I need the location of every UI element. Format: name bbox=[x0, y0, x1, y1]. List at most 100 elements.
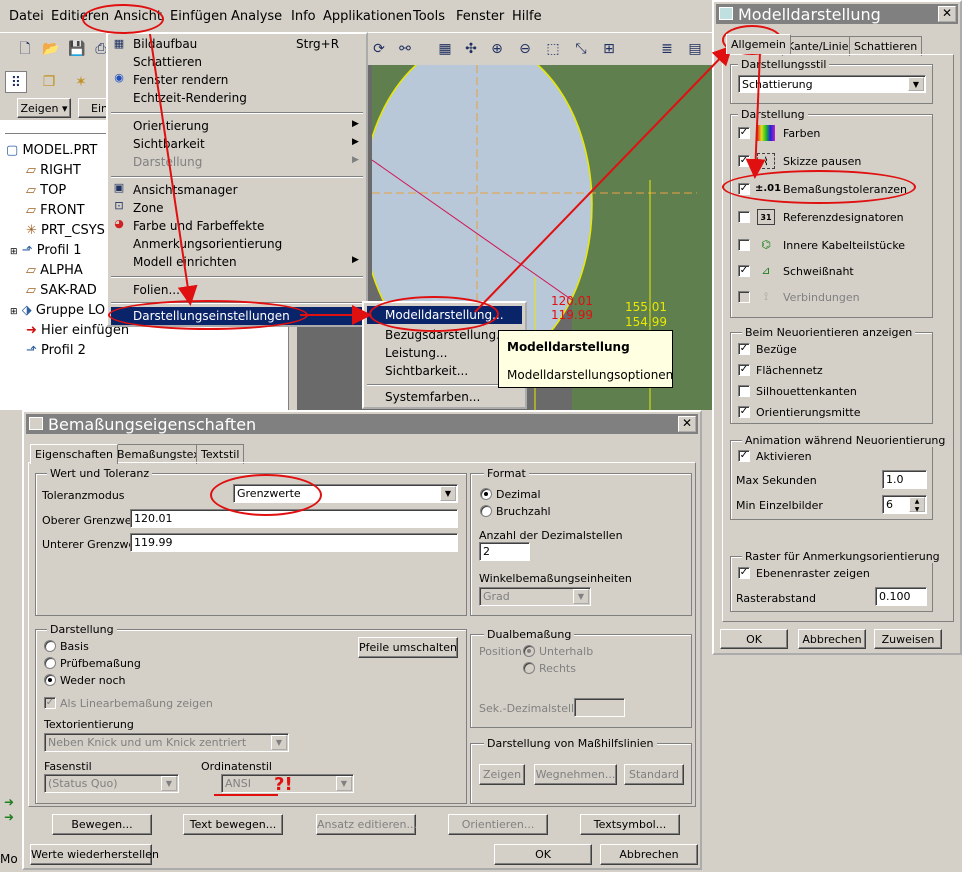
ok-button[interactable]: OK bbox=[494, 844, 592, 865]
tree-item-gruppe[interactable]: ⊞ ⬗ Gruppe LO bbox=[10, 303, 105, 318]
chevron-down-icon[interactable]: ▼ bbox=[908, 77, 924, 91]
menu-hilfe[interactable]: Hilfe bbox=[512, 9, 542, 24]
tab-eigenschaften[interactable]: Eigenschaften bbox=[30, 444, 118, 464]
layers-icon[interactable]: ≣ bbox=[656, 38, 678, 60]
refresh-icon[interactable]: ⟳ bbox=[368, 38, 390, 60]
binoculars-icon[interactable]: ⚯ bbox=[394, 38, 416, 60]
repaint-icon[interactable]: ▦ bbox=[434, 38, 456, 60]
tree-item-right[interactable]: ▱ RIGHT bbox=[26, 163, 81, 178]
tree-item-top[interactable]: ▱ TOP bbox=[26, 183, 66, 198]
rasterabstand-input[interactable]: 0.100 bbox=[875, 587, 927, 606]
submenu-item-systemfarben[interactable]: Systemfarben... bbox=[385, 390, 480, 404]
abbrechen-button[interactable]: Abbrechen bbox=[798, 629, 866, 649]
dezimalstellen-input[interactable]: 2 bbox=[479, 542, 530, 561]
kabelteilstuecke-checkbox[interactable] bbox=[738, 239, 750, 251]
menu-item-sichtbarkeit[interactable]: Sichtbarkeit bbox=[133, 137, 205, 151]
tree-item-profil1[interactable]: ⊞ ⬏ Profil 1 bbox=[10, 243, 82, 258]
werte-wiederherstellen-button[interactable]: Werte wiederherstellen bbox=[30, 844, 159, 865]
skizze-checkbox[interactable]: ✓ bbox=[738, 155, 750, 167]
text-bewegen-button[interactable]: Text bewegen... bbox=[183, 814, 283, 835]
menu-analyse[interactable]: Analyse bbox=[231, 9, 282, 24]
display-settings-icon[interactable]: ▤ bbox=[684, 38, 706, 60]
menu-item-folien[interactable]: Folien... bbox=[133, 283, 180, 297]
zoom-in-icon[interactable]: ⊕ bbox=[486, 38, 508, 60]
zuweisen-button[interactable]: Zuweisen bbox=[874, 629, 942, 649]
tab-schattieren[interactable]: Schattieren bbox=[849, 36, 923, 56]
bruchzahl-radio[interactable] bbox=[480, 505, 492, 517]
flaechennetz-checkbox[interactable]: ✓ bbox=[738, 364, 750, 376]
pruefbemassung-radio[interactable] bbox=[44, 657, 56, 669]
unterer-grenzwert-input[interactable]: 119.99 bbox=[130, 533, 458, 552]
textsymbol-button[interactable]: Textsymbol... bbox=[580, 814, 680, 835]
menu-item-zone[interactable]: Zone bbox=[133, 201, 164, 215]
dim-upper-red[interactable]: 120.01 bbox=[551, 294, 593, 308]
menu-item-farbe[interactable]: Farbe und Farbeffekte bbox=[133, 219, 264, 233]
tab-textstil[interactable]: Textstil bbox=[196, 444, 245, 464]
aktivieren-checkbox[interactable]: ✓ bbox=[738, 450, 750, 462]
orientierungsmitte-checkbox[interactable]: ✓ bbox=[738, 406, 750, 418]
dialog-titlebar[interactable]: Modelldarstellung ✕ bbox=[716, 4, 958, 24]
ok-button[interactable]: OK bbox=[720, 629, 788, 649]
ebenenraster-checkbox[interactable]: ✓ bbox=[738, 567, 750, 579]
dim-upper-yellow[interactable]: 155.01 bbox=[625, 300, 667, 314]
submenu-item-leistung[interactable]: Leistung... bbox=[385, 346, 447, 360]
tab-kante-linie[interactable]: Kante/Linie bbox=[782, 36, 854, 56]
tree-item-alpha[interactable]: ▱ ALPHA bbox=[26, 263, 83, 278]
pfeile-umschalten-button[interactable]: Pfeile umschalten bbox=[358, 637, 458, 658]
favorites-tab-icon[interactable]: ✶ bbox=[70, 71, 92, 93]
save-icon[interactable]: 💾 bbox=[66, 38, 88, 60]
bezuege-checkbox[interactable]: ✓ bbox=[738, 343, 750, 355]
open-folder-icon[interactable]: 📂 bbox=[40, 38, 62, 60]
folder-browser-tab-icon[interactable]: ❐ bbox=[38, 71, 60, 93]
menu-info[interactable]: Info bbox=[291, 9, 316, 24]
tree-item-model[interactable]: ▢ MODEL.PRT bbox=[6, 143, 97, 158]
weder-noch-radio[interactable] bbox=[44, 674, 56, 686]
menu-datei[interactable]: Datei bbox=[9, 9, 44, 24]
expand-icon[interactable]: ⊞ bbox=[10, 307, 18, 317]
refit-icon[interactable]: ⬚ bbox=[542, 38, 564, 60]
tree-item-sakrad[interactable]: ▱ SAK-RAD bbox=[26, 283, 97, 298]
farben-checkbox[interactable]: ✓ bbox=[738, 127, 750, 139]
menu-item-anmerkungsorientierung[interactable]: Anmerkungsorientierung bbox=[133, 237, 282, 251]
menu-applikationen[interactable]: Applikationen bbox=[323, 9, 412, 24]
expand-icon[interactable]: ⊞ bbox=[10, 247, 18, 257]
dim-lower-yellow[interactable]: 154.99 bbox=[625, 315, 667, 329]
reorient-icon[interactable]: ⤡ bbox=[570, 38, 592, 60]
chevron-down-icon[interactable]: ▼ bbox=[440, 486, 456, 501]
new-file-icon[interactable]: 🗋 bbox=[14, 38, 36, 60]
tab-bemassungstext[interactable]: Bemaßungstext bbox=[112, 444, 210, 464]
menu-tools[interactable]: Tools bbox=[413, 9, 445, 24]
dialog-titlebar[interactable]: Bemaßungseigenschaften ✕ bbox=[26, 414, 698, 434]
menu-fenster[interactable]: Fenster bbox=[456, 9, 504, 24]
menu-einfuegen[interactable]: Einfügen bbox=[170, 9, 227, 24]
menu-item-fenster-rendern[interactable]: Fenster rendern bbox=[133, 73, 228, 87]
submenu-item-sichtbarkeit[interactable]: Sichtbarkeit... bbox=[385, 364, 468, 378]
abbrechen-button[interactable]: Abbrechen bbox=[600, 844, 698, 865]
tree-item-csys[interactable]: ✳ PRT_CSYS bbox=[26, 223, 105, 238]
menu-item-modell-einrichten[interactable]: Modell einrichten bbox=[133, 255, 237, 269]
zeigen-dropdown[interactable]: Zeigen ▾ bbox=[17, 98, 71, 118]
spinner-arrows-icon[interactable]: ▲ ▼ bbox=[909, 497, 925, 513]
max-sekunden-input[interactable]: 1.0 bbox=[882, 470, 927, 489]
dim-lower-red[interactable]: 119.99 bbox=[551, 308, 593, 322]
menu-item-orientierung[interactable]: Orientierung bbox=[133, 119, 209, 133]
model-tree-tab-icon[interactable]: ⠿ bbox=[5, 71, 27, 93]
menu-item-ansichtsmanager[interactable]: Ansichtsmanager bbox=[133, 183, 238, 197]
menu-item-schattieren[interactable]: Schattieren bbox=[133, 55, 202, 69]
min-einzelbilder-spinner[interactable]: 6 ▲ ▼ bbox=[882, 495, 927, 514]
darstellungsstil-select[interactable]: Schattierung ▼ bbox=[738, 75, 926, 93]
basis-radio[interactable] bbox=[44, 640, 56, 652]
zoom-out-icon[interactable]: ⊖ bbox=[514, 38, 536, 60]
saved-views-icon[interactable]: ⊞ bbox=[598, 38, 620, 60]
bewegen-button[interactable]: Bewegen... bbox=[52, 814, 152, 835]
silhouettenkanten-checkbox[interactable] bbox=[738, 385, 750, 397]
tab-allgemein[interactable]: Allgemein bbox=[726, 34, 791, 54]
tree-item-front[interactable]: ▱ FRONT bbox=[26, 203, 85, 218]
close-icon[interactable]: ✕ bbox=[938, 6, 956, 22]
spin-center-icon[interactable]: ✣ bbox=[460, 38, 482, 60]
schweissnaht-checkbox[interactable]: ✓ bbox=[738, 265, 750, 277]
dezimal-radio[interactable] bbox=[480, 488, 492, 500]
menu-item-echtzeit-rendering[interactable]: Echtzeit-Rendering bbox=[133, 91, 247, 105]
menu-item-bildaufbau[interactable]: Bildaufbau bbox=[133, 37, 197, 51]
referenzdesignatoren-checkbox[interactable] bbox=[738, 211, 750, 223]
